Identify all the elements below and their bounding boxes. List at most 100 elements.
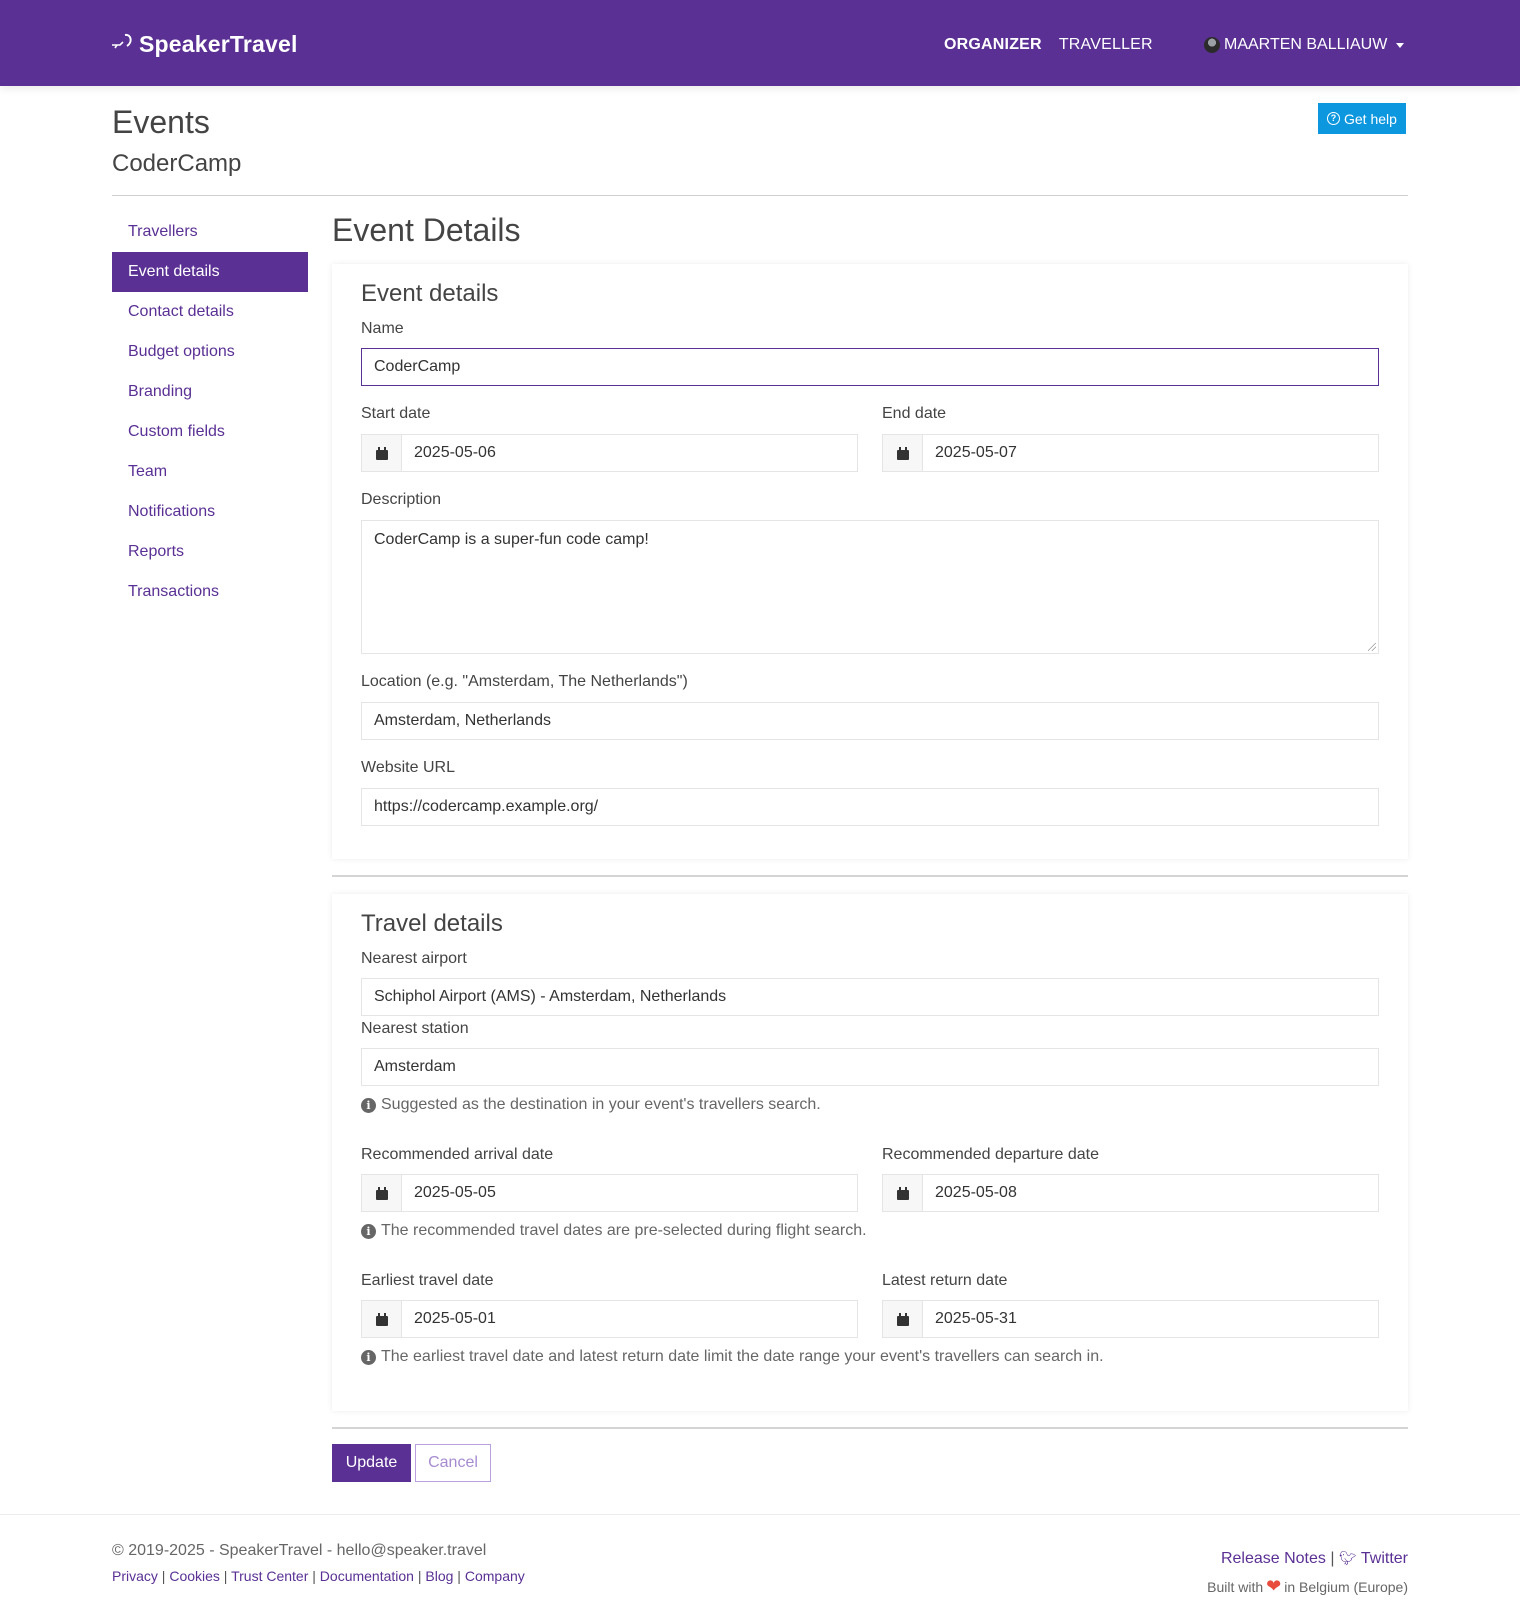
departure-date-value[interactable]: 2025-05-08 — [923, 1175, 1378, 1211]
arrival-date-input[interactable]: 2025-05-05 — [361, 1174, 858, 1212]
footer-link-documentation[interactable]: Documentation — [320, 1568, 414, 1584]
footer-link-cookies[interactable]: Cookies — [169, 1568, 220, 1584]
arrival-date-label: Recommended arrival date — [361, 1146, 554, 1163]
range-help-text: The earliest travel date and latest retu… — [381, 1348, 1104, 1365]
website-label: Website URL — [361, 759, 455, 776]
sidebar: Travellers Event details Contact details… — [112, 212, 308, 612]
built-with-prefix: Built with — [1207, 1578, 1264, 1595]
footer-links: Privacy | Cookies | Trust Center | Docum… — [112, 1568, 525, 1584]
twitter-link[interactable]: 🐦︎ Twitter — [1339, 1550, 1408, 1567]
event-details-card: Event details Name CoderCamp Start date … — [332, 264, 1408, 859]
description-textarea[interactable]: CoderCamp is a super-fun code camp! — [361, 520, 1379, 654]
start-date-label: Start date — [361, 405, 431, 422]
departure-date-input[interactable]: 2025-05-08 — [882, 1174, 1379, 1212]
end-date-input[interactable]: 2025-05-07 — [882, 434, 1379, 472]
sidebar-item-travellers[interactable]: Travellers — [112, 212, 308, 252]
calendar-icon — [375, 446, 388, 460]
sidebar-item-custom-fields[interactable]: Custom fields — [112, 412, 308, 452]
calendar-icon — [896, 446, 909, 460]
start-date-input[interactable]: 2025-05-06 — [361, 434, 858, 472]
calendar-button[interactable] — [362, 435, 402, 471]
twitter-icon: 🐦︎ — [1338, 1550, 1357, 1566]
calendar-button[interactable] — [883, 435, 923, 471]
calendar-icon — [375, 1186, 388, 1200]
chevron-down-icon — [1396, 42, 1405, 48]
recommended-dates-help: i The recommended travel dates are pre-s… — [361, 1222, 867, 1240]
latest-date-value[interactable]: 2025-05-31 — [923, 1301, 1378, 1337]
get-help-label: Get help — [1344, 110, 1397, 127]
built-with: Built with ❤ in Belgium (Europe) — [1207, 1576, 1408, 1597]
brand-logo[interactable]: SpeakerTravel — [111, 26, 298, 62]
sidebar-item-event-details[interactable]: Event details — [112, 252, 308, 292]
earliest-date-value[interactable]: 2025-05-01 — [402, 1301, 857, 1337]
section-divider — [332, 875, 1408, 877]
end-date-value[interactable]: 2025-05-07 — [923, 435, 1378, 471]
event-name-subtitle: CoderCamp — [112, 150, 242, 177]
station-input[interactable]: Amsterdam — [361, 1048, 1379, 1086]
card-title: Event details — [361, 280, 499, 307]
name-input[interactable]: CoderCamp — [361, 348, 1379, 386]
sidebar-item-contact-details[interactable]: Contact details — [112, 292, 308, 332]
sidebar-item-reports[interactable]: Reports — [112, 532, 308, 572]
footer-link-company[interactable]: Company — [465, 1568, 525, 1584]
avatar — [1204, 37, 1220, 53]
footer-link-blog[interactable]: Blog — [425, 1568, 453, 1584]
footer-link-privacy[interactable]: Privacy — [112, 1568, 158, 1584]
copyright: © 2019-2025 - SpeakerTravel - hello@spea… — [112, 1542, 487, 1559]
header-divider — [112, 195, 1408, 196]
sidebar-item-transactions[interactable]: Transactions — [112, 572, 308, 612]
earliest-date-label: Earliest travel date — [361, 1272, 494, 1289]
travel-details-card: Travel details Nearest airport Schiphol … — [332, 894, 1408, 1411]
nav-traveller[interactable]: TRAVELLER — [1059, 36, 1153, 54]
calendar-icon — [375, 1312, 388, 1326]
release-notes-link[interactable]: Release Notes — [1221, 1550, 1326, 1567]
brand-name: SpeakerTravel — [139, 30, 298, 57]
location-label: Location (e.g. "Amsterdam, The Netherlan… — [361, 673, 688, 690]
latest-date-label: Latest return date — [882, 1272, 1008, 1289]
description-label: Description — [361, 491, 442, 508]
footer-link-trust-center[interactable]: Trust Center — [231, 1568, 308, 1584]
sidebar-item-budget-options[interactable]: Budget options — [112, 332, 308, 372]
arrival-date-value[interactable]: 2025-05-05 — [402, 1175, 857, 1211]
start-date-value[interactable]: 2025-05-06 — [402, 435, 857, 471]
built-with-suffix: in Belgium (Europe) — [1284, 1578, 1408, 1595]
role-switcher: ORGANIZER TRAVELLER — [944, 36, 1153, 54]
actions-divider — [332, 1427, 1408, 1429]
heart-icon: ❤ — [1266, 1576, 1282, 1596]
nav-organizer[interactable]: ORGANIZER — [944, 36, 1042, 54]
twitter-label: Twitter — [1360, 1550, 1408, 1567]
website-input[interactable]: https://codercamp.example.org/ — [361, 788, 1379, 826]
station-label: Nearest station — [361, 1020, 469, 1037]
calendar-button[interactable] — [883, 1175, 923, 1211]
airport-label: Nearest airport — [361, 950, 467, 967]
calendar-button[interactable] — [883, 1301, 923, 1337]
user-name: MAARTEN BALLIAUW — [1224, 36, 1388, 53]
resize-handle-icon[interactable] — [1368, 643, 1376, 651]
airport-input[interactable]: Schiphol Airport (AMS) - Amsterdam, Neth… — [361, 978, 1379, 1016]
footer-right-links: Release Notes | 🐦︎ Twitter — [1220, 1550, 1408, 1567]
location-input[interactable]: Amsterdam, Netherlands — [361, 702, 1379, 740]
info-icon: i — [361, 1349, 376, 1365]
sidebar-item-notifications[interactable]: Notifications — [112, 492, 308, 532]
info-icon: i — [361, 1223, 376, 1239]
calendar-button[interactable] — [362, 1175, 402, 1211]
update-button[interactable]: Update — [332, 1444, 411, 1482]
end-date-label: End date — [882, 405, 947, 422]
calendar-button[interactable] — [362, 1301, 402, 1337]
name-label: Name — [361, 320, 404, 337]
calendar-icon — [896, 1186, 909, 1200]
page-title: Events — [112, 104, 210, 140]
sidebar-item-branding[interactable]: Branding — [112, 372, 308, 412]
section-title: Event Details — [332, 212, 521, 248]
sidebar-item-team[interactable]: Team — [112, 452, 308, 492]
top-navbar: SpeakerTravel ORGANIZER TRAVELLER MAARTE… — [0, 0, 1520, 86]
get-help-button[interactable]: ? Get help — [1318, 103, 1406, 134]
user-menu[interactable]: MAARTEN BALLIAUW — [1204, 36, 1405, 54]
description-value: CoderCamp is a super-fun code camp! — [374, 531, 649, 548]
calendar-icon — [896, 1312, 909, 1326]
latest-date-input[interactable]: 2025-05-31 — [882, 1300, 1379, 1338]
footer-divider — [0, 1514, 1520, 1515]
cancel-button[interactable]: Cancel — [415, 1444, 491, 1482]
station-help: i Suggested as the destination in your e… — [361, 1096, 821, 1114]
earliest-date-input[interactable]: 2025-05-01 — [361, 1300, 858, 1338]
